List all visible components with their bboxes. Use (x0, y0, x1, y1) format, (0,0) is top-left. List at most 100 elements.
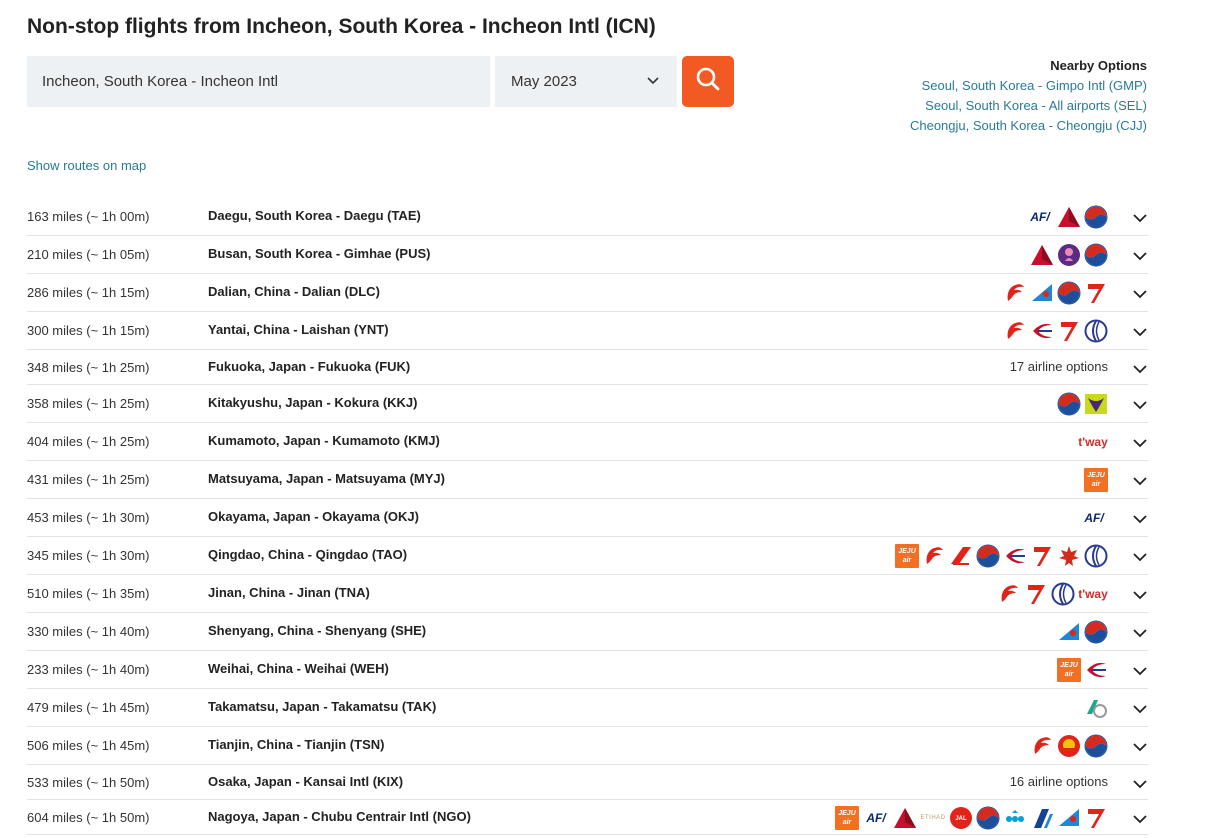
route-row[interactable]: 348 miles (~ 1h 25m) Fukuoka, Japan - Fuk… (27, 350, 1148, 385)
route-row[interactable]: 330 miles (~ 1h 40m) Shenyang, China - Sh… (27, 613, 1148, 651)
airline-logos (1030, 243, 1108, 267)
route-destination: Daegu, South Korea - Daegu (TAE) (208, 208, 421, 223)
chevron-down-icon[interactable] (1132, 361, 1148, 377)
chevron-down-icon[interactable] (1132, 473, 1148, 489)
nearby-options: Nearby Options Seoul, South Korea - Gimp… (910, 58, 1147, 136)
shandong-icon (1051, 582, 1075, 606)
route-distance: 330 miles (~ 1h 40m) (27, 624, 150, 639)
search-button[interactable] (682, 56, 734, 107)
chevron-down-icon[interactable] (1132, 435, 1148, 451)
chevron-down-icon[interactable] (1132, 210, 1148, 226)
asiana-icon (1084, 806, 1108, 830)
chevron-down-icon[interactable] (1132, 286, 1148, 302)
route-distance: 479 miles (~ 1h 45m) (27, 700, 150, 715)
chevron-down-icon[interactable] (1132, 663, 1148, 679)
jejuair-icon: JEJU air (1084, 468, 1108, 492)
route-row[interactable]: 300 miles (~ 1h 15m) Yantai, China - Lais… (27, 312, 1148, 350)
route-row[interactable]: 404 miles (~ 1h 25m) Kumamoto, Japan - Ku… (27, 423, 1148, 461)
route-destination: Osaka, Japan - Kansai Intl (KIX) (208, 774, 404, 789)
route-row[interactable]: 358 miles (~ 1h 25m) Kitakyushu, Japan - … (27, 385, 1148, 423)
route-distance: 210 miles (~ 1h 05m) (27, 247, 150, 262)
route-row[interactable]: 479 miles (~ 1h 45m) Takamatsu, Japan - T… (27, 689, 1148, 727)
month-select[interactable]: May 2023 (495, 56, 677, 107)
chevron-down-icon[interactable] (1132, 549, 1148, 565)
airline-options-count: 17 airline options (1009, 359, 1108, 374)
route-row[interactable]: 233 miles (~ 1h 40m) Weihai, China - Weih… (27, 651, 1148, 689)
chevron-down-icon[interactable] (1132, 739, 1148, 755)
hawaiian-icon (1057, 243, 1081, 267)
chinaeastern-icon (1084, 658, 1108, 682)
route-distance: 604 miles (~ 1h 50m) (27, 810, 150, 825)
route-row[interactable]: 210 miles (~ 1h 05m) Busan, South Korea -… (27, 236, 1148, 274)
chinaeastern-icon (1003, 544, 1027, 568)
chevron-down-icon[interactable] (1132, 625, 1148, 641)
svg-text:JAL: JAL (955, 816, 967, 822)
route-row[interactable]: 506 miles (~ 1h 45m) Tianjin, China - Tia… (27, 727, 1148, 765)
route-destination: Kitakyushu, Japan - Kokura (KKJ) (208, 395, 418, 410)
route-row[interactable]: 604 miles (~ 1h 50m) Nagoya, Japan - Chub… (27, 800, 1148, 835)
airline-logos: JEJU air (1057, 658, 1108, 682)
nearby-link-gmp[interactable]: Seoul, South Korea - Gimpo Intl (GMP) (910, 76, 1147, 96)
ana-icon (1030, 806, 1054, 830)
chinasouthern-icon (1057, 620, 1081, 644)
chevron-down-icon[interactable] (1132, 397, 1148, 413)
koreanair-icon (1084, 620, 1108, 644)
route-distance: 533 miles (~ 1h 50m) (27, 775, 150, 790)
route-distance: 404 miles (~ 1h 25m) (27, 434, 150, 449)
airline-logos (1084, 696, 1108, 720)
airline-logos (1030, 734, 1108, 758)
route-distance: 300 miles (~ 1h 15m) (27, 323, 150, 338)
delta-icon (893, 806, 917, 830)
chevron-down-icon[interactable] (1132, 324, 1148, 340)
route-distance: 453 miles (~ 1h 30m) (27, 510, 150, 525)
route-distance: 233 miles (~ 1h 40m) (27, 662, 150, 677)
route-row[interactable]: 163 miles (~ 1h 00m) Daegu, South Korea -… (27, 198, 1148, 236)
route-distance: 286 miles (~ 1h 15m) (27, 285, 150, 300)
route-destination: Jinan, China - Jinan (TNA) (208, 585, 370, 600)
route-row[interactable]: 510 miles (~ 1h 35m) Jinan, China - Jinan… (27, 575, 1148, 613)
show-routes-map-link[interactable]: Show routes on map (27, 158, 146, 173)
nearby-link-cjj[interactable]: Cheongju, South Korea - Cheongju (CJJ) (910, 116, 1147, 136)
jejuair-icon: JEJU air (1057, 658, 1081, 682)
jal-icon: JAL (949, 806, 973, 830)
chevron-down-icon[interactable] (1132, 776, 1148, 792)
chevron-down-icon (645, 72, 661, 92)
jejuair-icon: JEJU air (835, 806, 859, 830)
asiana-icon (1030, 544, 1054, 568)
route-destination: Qingdao, China - Qingdao (TAO) (208, 547, 408, 562)
chevron-down-icon[interactable] (1132, 587, 1148, 603)
route-distance: 163 miles (~ 1h 00m) (27, 209, 150, 224)
chevron-down-icon[interactable] (1132, 248, 1148, 264)
route-destination: Okayama, Japan - Okayama (OKJ) (208, 509, 419, 524)
airchina-icon (997, 582, 1021, 606)
route-destination: Matsuyama, Japan - Matsuyama (MYJ) (208, 471, 445, 486)
route-distance: 348 miles (~ 1h 25m) (27, 360, 150, 375)
route-distance: 510 miles (~ 1h 35m) (27, 586, 150, 601)
nearby-link-sel[interactable]: Seoul, South Korea - All airports (SEL) (910, 96, 1147, 116)
chevron-down-icon[interactable] (1132, 811, 1148, 827)
airline-logos: JEJU air (1084, 468, 1108, 492)
koreanair-icon (976, 806, 1000, 830)
airfrance-icon: AF/ (866, 811, 886, 825)
chinasouthern-icon (1057, 806, 1081, 830)
route-row[interactable]: 431 miles (~ 1h 25m) Matsuyama, Japan - M… (27, 461, 1148, 499)
airfrance-icon: AF/ (1084, 511, 1104, 525)
chevron-down-icon[interactable] (1132, 701, 1148, 717)
starflyer-icon (1084, 392, 1108, 416)
route-row[interactable]: 345 miles (~ 1h 30m) Qingdao, China - Qin… (27, 537, 1148, 575)
route-destination: Busan, South Korea - Gimhae (PUS) (208, 246, 431, 261)
tway-icon: t'way (1078, 587, 1108, 601)
route-row[interactable]: 533 miles (~ 1h 50m) Osaka, Japan - Kansa… (27, 765, 1148, 800)
koreanair-icon (1084, 243, 1108, 267)
airfrance-icon: AF/ (1030, 210, 1050, 224)
tway-icon: t'way (1078, 435, 1108, 449)
chevron-down-icon[interactable] (1132, 511, 1148, 527)
route-destination: Shenyang, China - Shenyang (SHE) (208, 623, 427, 638)
route-row[interactable]: 286 miles (~ 1h 15m) Dalian, China - Dali… (27, 274, 1148, 312)
airchina-icon (922, 544, 946, 568)
route-destination: Dalian, China - Dalian (DLC) (208, 284, 380, 299)
route-row[interactable]: 453 miles (~ 1h 30m) Okayama, Japan - Oka… (27, 499, 1148, 537)
origin-input[interactable] (27, 56, 490, 107)
chinasouthern-icon (1030, 281, 1054, 305)
route-destination: Takamatsu, Japan - Takamatsu (TAK) (208, 699, 437, 714)
